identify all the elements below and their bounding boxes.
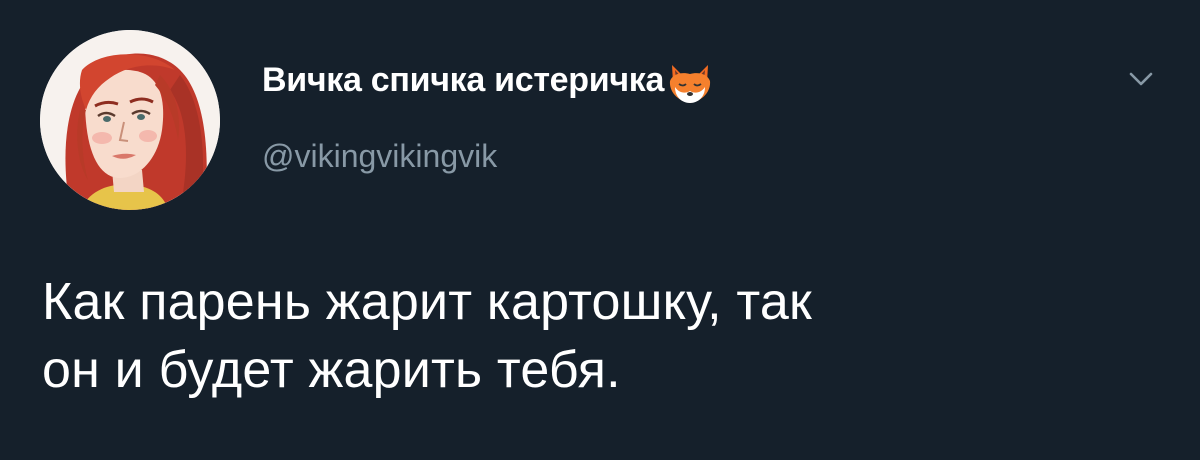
tweet-text-line: Как парень жарит картошку, так — [42, 273, 812, 331]
avatar[interactable] — [40, 30, 220, 210]
author-display-name[interactable]: Вичка спичка истеричка — [262, 61, 664, 100]
author-name-row[interactable]: Вичка спичка истеричка — [262, 56, 715, 104]
tweet-card: Вичка спичка истеричка @vikingvikingvik — [0, 0, 1200, 460]
tweet-text: Как парень жарит картошку, так он и буде… — [42, 268, 1162, 404]
fox-face-icon — [665, 59, 715, 109]
author-handle[interactable]: @vikingvikingvik — [262, 138, 497, 175]
chevron-down-icon[interactable] — [1124, 62, 1158, 96]
avatar-illustration — [40, 30, 220, 210]
tweet-text-line: он и будет жарить тебя. — [42, 341, 621, 399]
